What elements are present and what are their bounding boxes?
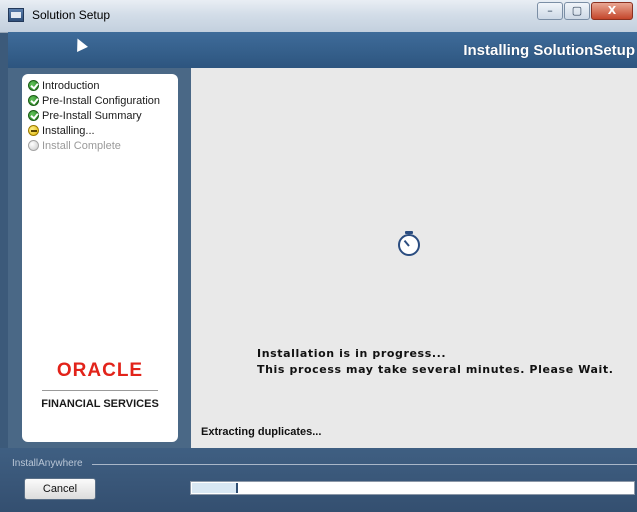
window-title: Solution Setup — [32, 8, 111, 22]
pending-circle-icon — [28, 140, 39, 151]
arrow-icon — [28, 125, 39, 136]
oracle-logo: ORACLE — [56, 360, 144, 381]
step-label: Install Complete — [42, 139, 121, 152]
brand-tagline: FINANCIAL SERVICES — [41, 398, 159, 410]
app-icon — [8, 8, 24, 22]
step-pre-install-configuration: Pre-Install Configuration — [28, 93, 160, 108]
step-label: Pre-Install Summary — [42, 109, 142, 122]
main-content: Installation is in progress... This proc… — [191, 68, 637, 448]
step-introduction: Introduction — [28, 78, 160, 93]
logo-divider — [42, 390, 158, 391]
step-installing: Installing... — [28, 123, 160, 138]
status-text: Extracting duplicates... — [201, 426, 322, 438]
step-label: Introduction — [42, 79, 100, 92]
header-banner: Installing SolutionSetup — [8, 32, 637, 69]
close-button[interactable]: X — [591, 2, 633, 20]
window-controls: – ▢ X — [536, 2, 633, 22]
step-label: Pre-Install Configuration — [42, 94, 161, 107]
step-label: Installing... — [42, 124, 95, 137]
step-pre-install-summary: Pre-Install Summary — [28, 108, 160, 123]
check-icon — [28, 95, 39, 106]
wait-message: This process may take several minutes. P… — [257, 363, 614, 376]
installer-window: Solution Setup – ▢ X Installing Solution… — [0, 0, 637, 512]
progress-message: Installation is in progress... — [257, 347, 447, 360]
steps-panel: Introduction Pre-Install Configuration P… — [22, 74, 178, 442]
page-title: Installing SolutionSetup — [463, 42, 635, 59]
maximize-button[interactable]: ▢ — [564, 2, 590, 20]
step-install-complete: Install Complete — [28, 138, 160, 153]
installer-brand-label: InstallAnywhere — [12, 458, 83, 469]
mouse-cursor-icon — [72, 36, 88, 52]
check-icon — [28, 110, 39, 121]
cancel-button[interactable]: Cancel — [24, 478, 96, 500]
minimize-button[interactable]: – — [537, 2, 563, 20]
title-bar: Solution Setup – ▢ X — [0, 0, 637, 33]
footer-bar: InstallAnywhere Cancel — [0, 448, 637, 512]
progress-bar-fill — [192, 483, 238, 493]
steps-list: Introduction Pre-Install Configuration P… — [28, 78, 160, 153]
stopwatch-icon — [398, 231, 420, 256]
check-icon — [28, 80, 39, 91]
footer-divider — [92, 464, 637, 465]
progress-bar — [190, 481, 635, 495]
